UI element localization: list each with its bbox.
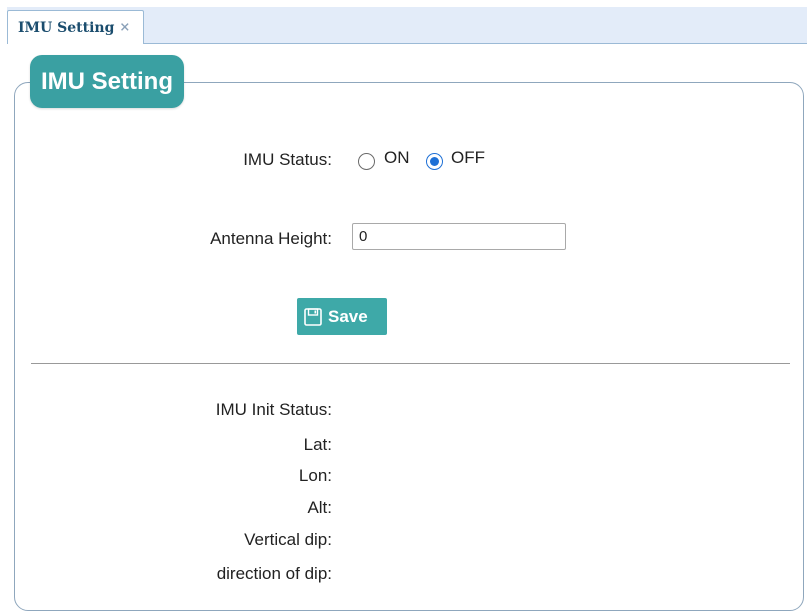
direction-of-dip-label: direction of dip: <box>216 564 332 583</box>
imu-init-status-label: IMU Init Status: <box>215 400 332 419</box>
save-button[interactable]: Save <box>297 298 387 335</box>
imu-status-label: IMU Status: <box>243 150 332 169</box>
vertical-dip-label: Vertical dip: <box>244 530 332 549</box>
antenna-height-label: Antenna Height: <box>210 229 332 248</box>
save-button-label: Save <box>328 306 368 326</box>
section-divider <box>31 363 790 364</box>
alt-label: Alt: <box>307 498 332 517</box>
panel-title: IMU Setting <box>30 55 184 108</box>
lat-label: Lat: <box>303 435 332 454</box>
imu-status-on-label[interactable]: ON <box>384 148 410 168</box>
imu-status-off-radio[interactable] <box>426 153 443 170</box>
tab-bar: IMU Setting × <box>7 7 807 44</box>
floppy-disk-icon <box>304 307 322 326</box>
close-icon[interactable]: × <box>119 20 130 35</box>
imu-status-on-radio[interactable] <box>358 153 375 170</box>
lon-label: Lon: <box>298 466 332 485</box>
imu-status-off-label[interactable]: OFF <box>451 148 485 168</box>
tab-imu-setting[interactable]: IMU Setting × <box>7 10 144 44</box>
antenna-height-input[interactable] <box>352 223 566 250</box>
tab-label: IMU Setting <box>18 19 115 36</box>
